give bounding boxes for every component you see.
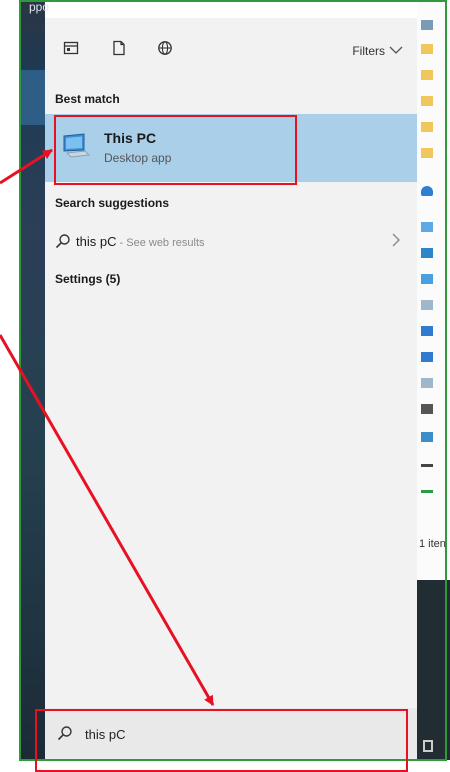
- annotation-arrows: [0, 148, 215, 706]
- screenshot-frame: ppo Filters Best match This PC Desktop a…: [0, 0, 450, 772]
- arrow-to-this-pc: [0, 148, 53, 185]
- arrow-to-search-box: [0, 334, 215, 706]
